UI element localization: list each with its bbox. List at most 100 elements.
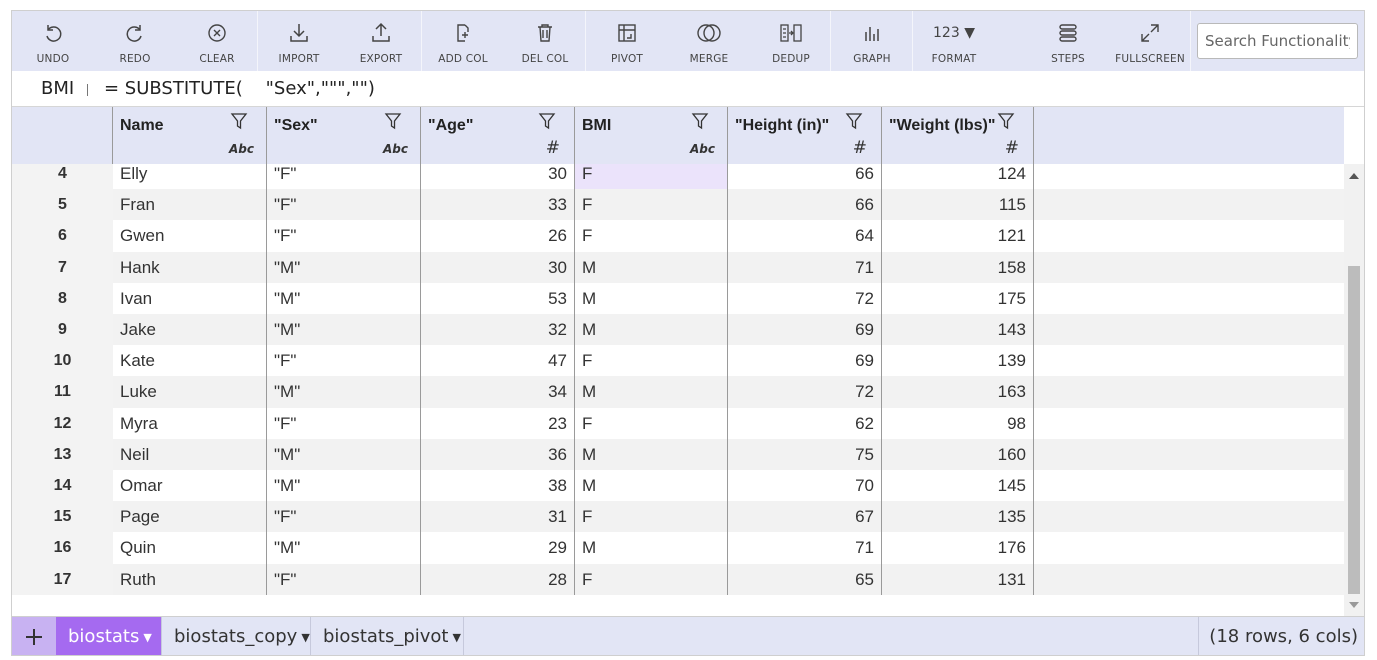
- row-number[interactable]: 17: [12, 563, 113, 595]
- cell-weight[interactable]: 115: [882, 189, 1034, 221]
- cell-weight[interactable]: 121: [882, 220, 1034, 252]
- cell-name[interactable]: Myra: [113, 407, 267, 439]
- cell-bmi[interactable]: M: [575, 470, 728, 502]
- cell-sex[interactable]: "M": [267, 532, 421, 564]
- cell-name[interactable]: Jake: [113, 314, 267, 346]
- filter-icon[interactable]: [845, 112, 863, 130]
- cell-age[interactable]: 34: [421, 376, 575, 408]
- sheet-tab[interactable]: biostats_pivot ▼: [311, 617, 464, 655]
- row-number[interactable]: 5: [12, 189, 113, 221]
- filter-icon[interactable]: [691, 112, 709, 130]
- column-header[interactable]: Name Abc: [113, 107, 267, 164]
- row-number[interactable]: 9: [12, 314, 113, 346]
- cell-height[interactable]: 69: [728, 345, 882, 377]
- cell-age[interactable]: 32: [421, 314, 575, 346]
- cell-name[interactable]: Omar: [113, 470, 267, 502]
- fullscreen-button[interactable]: FULLSCREEN: [1109, 11, 1191, 71]
- cell-sex[interactable]: "F": [267, 189, 421, 221]
- cell-height[interactable]: 62: [728, 407, 882, 439]
- cell-name[interactable]: Ruth: [113, 563, 267, 595]
- export-button[interactable]: EXPORT: [340, 11, 422, 71]
- row-number[interactable]: 7: [12, 251, 113, 283]
- merge-button[interactable]: MERGE: [668, 11, 750, 71]
- cell-sex[interactable]: "M": [267, 376, 421, 408]
- scroll-up-icon[interactable]: [1349, 173, 1359, 179]
- row-number[interactable]: 6: [12, 220, 113, 252]
- row-number[interactable]: 14: [12, 470, 113, 502]
- cell-height[interactable]: 72: [728, 282, 882, 314]
- clear-button[interactable]: CLEAR: [176, 11, 258, 71]
- cell-bmi[interactable]: F: [575, 501, 728, 533]
- cell-height[interactable]: 72: [728, 376, 882, 408]
- del-col-button[interactable]: DEL COL: [504, 11, 586, 71]
- cell-weight[interactable]: 143: [882, 314, 1034, 346]
- chevron-down-icon[interactable]: ▼: [453, 631, 461, 644]
- filter-icon[interactable]: [384, 112, 402, 130]
- search-functionality-input[interactable]: [1197, 23, 1358, 59]
- cell-sex[interactable]: "F": [267, 345, 421, 377]
- cell-age[interactable]: 33: [421, 189, 575, 221]
- steps-button[interactable]: STEPS: [1027, 11, 1109, 71]
- cell-height[interactable]: 65: [728, 563, 882, 595]
- scroll-down-icon[interactable]: [1349, 602, 1359, 608]
- row-number[interactable]: 11: [12, 376, 113, 408]
- cell-bmi[interactable]: M: [575, 282, 728, 314]
- filter-icon[interactable]: [538, 112, 556, 130]
- format-button[interactable]: 123 ▼ FORMAT: [913, 11, 995, 71]
- cell-age[interactable]: 29: [421, 532, 575, 564]
- cell-sex[interactable]: "F": [267, 407, 421, 439]
- cell-name[interactable]: Kate: [113, 345, 267, 377]
- sheet-tab[interactable]: biostats_copy ▼: [162, 617, 311, 655]
- cell-height[interactable]: 71: [728, 532, 882, 564]
- filter-icon[interactable]: [230, 112, 248, 130]
- cell-age[interactable]: 31: [421, 501, 575, 533]
- add-sheet-button[interactable]: [12, 617, 56, 655]
- cell-name[interactable]: Quin: [113, 532, 267, 564]
- cell-height[interactable]: 75: [728, 438, 882, 470]
- cell-sex[interactable]: "M": [267, 438, 421, 470]
- cell-sex[interactable]: "M": [267, 314, 421, 346]
- column-header[interactable]: "Height (in)" #: [728, 107, 882, 164]
- cell-weight[interactable]: 175: [882, 282, 1034, 314]
- pivot-button[interactable]: PIVOT: [586, 11, 668, 71]
- cell-age[interactable]: 28: [421, 563, 575, 595]
- cell-bmi[interactable]: M: [575, 314, 728, 346]
- sheet-tab[interactable]: biostats ▼: [56, 617, 162, 655]
- cell-name[interactable]: Page: [113, 501, 267, 533]
- cell-weight[interactable]: 160: [882, 438, 1034, 470]
- cell-bmi[interactable]: M: [575, 438, 728, 470]
- vertical-scrollbar[interactable]: [1344, 164, 1364, 616]
- cell-weight[interactable]: 135: [882, 501, 1034, 533]
- cell-sex[interactable]: "F": [267, 501, 421, 533]
- cell-age[interactable]: 36: [421, 438, 575, 470]
- row-number[interactable]: 16: [12, 532, 113, 564]
- cell-age[interactable]: 53: [421, 282, 575, 314]
- cell-height[interactable]: 71: [728, 251, 882, 283]
- cell-weight[interactable]: 163: [882, 376, 1034, 408]
- cell-bmi[interactable]: F: [575, 189, 728, 221]
- cell-name[interactable]: Neil: [113, 438, 267, 470]
- cell-weight[interactable]: 131: [882, 563, 1034, 595]
- column-header[interactable]: "Weight (lbs)" #: [882, 107, 1034, 164]
- column-header[interactable]: "Sex" Abc: [267, 107, 421, 164]
- cell-name[interactable]: Gwen: [113, 220, 267, 252]
- cell-name[interactable]: Fran: [113, 189, 267, 221]
- cell-weight[interactable]: 145: [882, 470, 1034, 502]
- cell-sex[interactable]: "F": [267, 563, 421, 595]
- cell-weight[interactable]: 158: [882, 251, 1034, 283]
- cell-age[interactable]: 38: [421, 470, 575, 502]
- cell-sex[interactable]: "M": [267, 251, 421, 283]
- cell-age[interactable]: 30: [421, 251, 575, 283]
- redo-button[interactable]: REDO: [94, 11, 176, 71]
- row-number[interactable]: 8: [12, 282, 113, 314]
- cell-bmi[interactable]: M: [575, 376, 728, 408]
- cell-sex[interactable]: "M": [267, 470, 421, 502]
- cell-bmi[interactable]: F: [575, 407, 728, 439]
- cell-bmi[interactable]: M: [575, 251, 728, 283]
- column-header[interactable]: BMI Abc: [575, 107, 728, 164]
- cell-weight[interactable]: 98: [882, 407, 1034, 439]
- column-header[interactable]: "Age" #: [421, 107, 575, 164]
- row-number[interactable]: 12: [12, 407, 113, 439]
- cell-height[interactable]: 64: [728, 220, 882, 252]
- scrollbar-thumb[interactable]: [1348, 266, 1360, 594]
